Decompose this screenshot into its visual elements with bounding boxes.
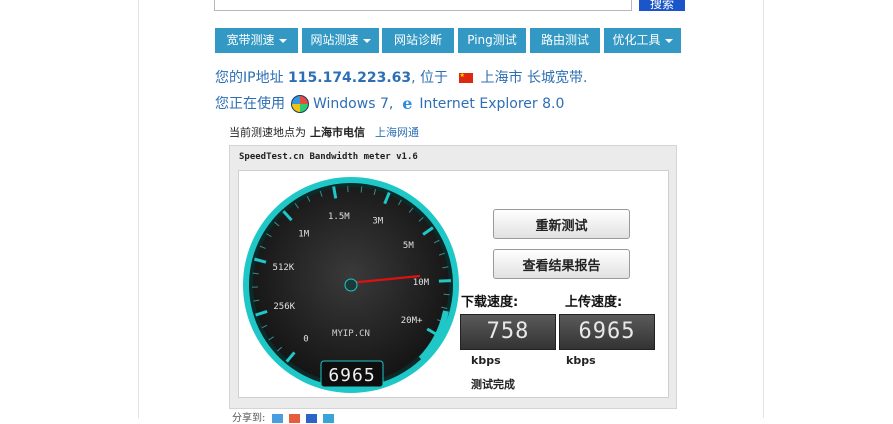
download-unit: kbps	[471, 354, 501, 367]
os-prefix: 您正在使用	[215, 96, 285, 112]
gauge-brand: MYIP.CN	[332, 329, 370, 339]
caret-down-icon	[279, 39, 287, 43]
alt-node-link[interactable]: 上海网通	[375, 126, 419, 139]
nav-label: Ping测试	[467, 33, 517, 47]
located-at: , 位于	[411, 70, 448, 86]
gauge-readout: 6965	[328, 365, 375, 386]
gauge-scale-label: 1M	[298, 229, 309, 239]
gauge-hub	[345, 279, 357, 291]
gauge-scale-label: 5M	[403, 241, 414, 251]
retest-button[interactable]: 重新测试	[493, 209, 630, 239]
nav-route-test[interactable]: 路由测试	[530, 28, 600, 53]
view-report-button[interactable]: 查看结果报告	[493, 249, 630, 279]
share-label: 分享到:	[232, 413, 265, 424]
speed-gauge: 0 256K 512K 1M 1.5M 3M 5M 10M 20M+ MYIP.CN 6965	[239, 171, 469, 397]
share-bar: 分享到:	[232, 409, 334, 424]
gauge-minor-tick	[361, 187, 362, 193]
bandwidth-meter: SpeedTest.cn Bandwidth meter v1.6 0 256K 5…	[229, 145, 677, 409]
nav-broadband-test[interactable]: 宽带测速	[215, 28, 298, 53]
search-button[interactable]: 搜索	[639, 0, 685, 11]
share-renren-icon[interactable]	[306, 414, 317, 423]
browser-name: Internet Explorer 8.0	[419, 96, 564, 112]
meter-panel: 0256K512K1M1.5M3M5M10M20M+ MYIP.CN 6965 …	[238, 170, 669, 398]
ip-prefix: 您的IP地址	[215, 70, 284, 86]
download-label: 下载速度:	[461, 291, 518, 310]
gauge-scale-label: 1.5M	[328, 212, 350, 222]
gauge-scale-label: 0	[303, 335, 308, 345]
nav-website-diagnosis[interactable]: 网站诊断	[382, 28, 454, 53]
nav-optimize-tools[interactable]: 优化工具	[604, 28, 681, 53]
gauge-scale-label: 3M	[372, 216, 383, 226]
nav-label: 网站诊断	[394, 33, 442, 47]
gauge-minor-tick	[444, 294, 450, 295]
caret-down-icon	[363, 39, 371, 43]
search-input[interactable]	[214, 0, 632, 11]
os-info-line: 您正在使用 Windows 7, eInternet Explorer 8.0	[215, 93, 564, 113]
upload-value: 6965	[559, 314, 655, 350]
share-tencent-icon[interactable]	[323, 414, 334, 423]
ip-info-line: 您的IP地址 115.174.223.63, 位于 上海市 长城宽带.	[215, 67, 587, 87]
test-node: 上海市电信	[310, 126, 365, 139]
upload-unit: kbps	[566, 354, 596, 367]
gauge-scale-label: 256K	[273, 302, 295, 312]
china-flag-icon	[459, 73, 473, 83]
nav-ping-test[interactable]: Ping测试	[458, 28, 526, 53]
ip-location: 上海市 长城宽带.	[481, 70, 588, 86]
nav-label: 路由测试	[541, 33, 589, 47]
test-status: 测试完成	[471, 376, 515, 392]
test-node-line: 当前测速地点为上海市电信上海网通	[229, 124, 419, 140]
nav-website-speed[interactable]: 网站测速	[302, 28, 379, 53]
internet-explorer-icon: e	[399, 96, 415, 112]
caret-down-icon	[665, 39, 673, 43]
nav-label: 宽带测速	[226, 33, 274, 47]
download-value: 758	[460, 314, 556, 350]
gauge-scale-label: 512K	[273, 263, 295, 273]
gauge-scale-label: 10M	[413, 278, 430, 288]
gauge-scale-label: 20M+	[401, 316, 423, 326]
gauge-major-tick	[439, 281, 451, 282]
nav-label: 优化工具	[612, 33, 660, 47]
gauge-major-tick	[334, 187, 336, 199]
windows-icon	[291, 95, 309, 113]
node-prefix: 当前测速地点为	[229, 126, 306, 139]
ip-address: 115.174.223.63	[288, 70, 411, 86]
gauge-minor-tick	[253, 273, 259, 274]
share-weibo-icon[interactable]	[289, 414, 300, 423]
share-qzone-icon[interactable]	[272, 414, 283, 423]
os-name: Windows 7,	[313, 96, 393, 112]
meter-title: SpeedTest.cn Bandwidth meter v1.6	[239, 152, 418, 162]
nav-label: 网站测速	[310, 33, 358, 47]
upload-label: 上传速度:	[565, 291, 622, 310]
